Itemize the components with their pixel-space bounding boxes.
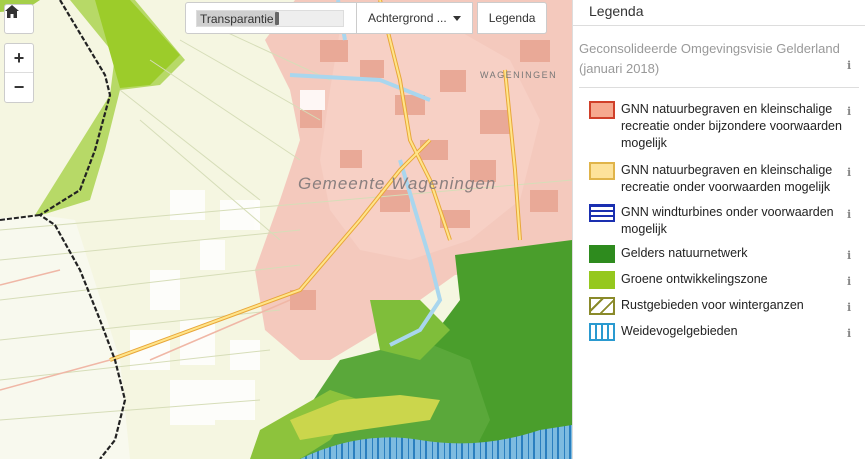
info-icon[interactable]: i <box>847 206 851 223</box>
legend-button-label: Legenda <box>488 11 536 25</box>
municipality-label: Gemeente Wageningen <box>298 174 497 193</box>
legend-item-label: Groene ontwikkelingszone <box>621 272 768 286</box>
transparency-handle[interactable] <box>275 12 280 25</box>
legend-swatch <box>589 323 615 341</box>
legend-item: Gelders natuurnetwerk i <box>589 245 851 264</box>
legend-panel: Legenda Geconsolideerde Omgevingsvisie G… <box>572 0 865 459</box>
caret-down-icon <box>452 15 461 21</box>
map-toolbar: Transparantie Achtergrond ... Legenda <box>185 2 548 34</box>
home-icon <box>5 5 19 18</box>
info-icon[interactable]: i <box>847 273 851 290</box>
info-icon[interactable]: i <box>847 247 851 264</box>
info-icon[interactable]: i <box>847 59 851 72</box>
legend-swatch <box>589 245 615 263</box>
legend-swatch <box>589 297 615 315</box>
legend-item-label: Weidevogelgebieden <box>621 324 738 338</box>
legend-item-label: Gelders natuurnetwerk <box>621 246 748 260</box>
transparency-label: Transparantie <box>200 12 274 26</box>
info-icon[interactable]: i <box>847 325 851 342</box>
transparency-track[interactable]: Transparantie <box>196 10 344 27</box>
info-icon[interactable]: i <box>847 164 851 181</box>
legend-item: GNN natuurbegraven en kleinschalige recr… <box>589 101 851 152</box>
legend-button[interactable]: Legenda <box>476 2 548 34</box>
zoom-out-button[interactable]: − <box>5 73 33 102</box>
map-view[interactable]: Gemeente Wageningen WAGENINGEN + − Trans… <box>0 0 572 459</box>
panel-title: Legenda <box>573 0 865 26</box>
legend-item: GNN natuurbegraven en kleinschalige recr… <box>589 162 851 196</box>
legend-item: Weidevogelgebieden i <box>589 323 851 342</box>
legend-item: Groene ontwikkelingszone i <box>589 271 851 290</box>
transparency-slider[interactable]: Transparantie <box>185 2 357 34</box>
legend-item-label: GNN windturbines onder voorwaarden mogel… <box>621 205 834 236</box>
zoom-control: + − <box>4 43 34 103</box>
legend-item-label: GNN natuurbegraven en kleinschalige recr… <box>621 102 842 150</box>
legend-item-label: Rustgebieden voor winterganzen <box>621 298 804 312</box>
home-button[interactable] <box>4 4 34 34</box>
info-icon[interactable]: i <box>847 103 851 120</box>
background-dropdown[interactable]: Achtergrond ... <box>357 2 473 34</box>
legend-item-label: GNN natuurbegraven en kleinschalige recr… <box>621 163 833 194</box>
legend-swatch <box>589 101 615 119</box>
layer-title: Geconsolideerde Omgevingsvisie Gelderlan… <box>579 41 840 76</box>
legend-item: GNN windturbines onder voorwaarden mogel… <box>589 204 851 238</box>
divider <box>579 87 859 88</box>
legend-swatch <box>589 204 615 222</box>
info-icon[interactable]: i <box>847 299 851 316</box>
legend-item: Rustgebieden voor winterganzen i <box>589 297 851 316</box>
zoom-in-button[interactable]: + <box>5 44 33 73</box>
map-canvas[interactable] <box>0 0 572 459</box>
legend-swatch <box>589 271 615 289</box>
background-dropdown-label: Achtergrond ... <box>368 11 447 25</box>
legend-swatch <box>589 162 615 180</box>
town-label: WAGENINGEN <box>480 70 558 80</box>
